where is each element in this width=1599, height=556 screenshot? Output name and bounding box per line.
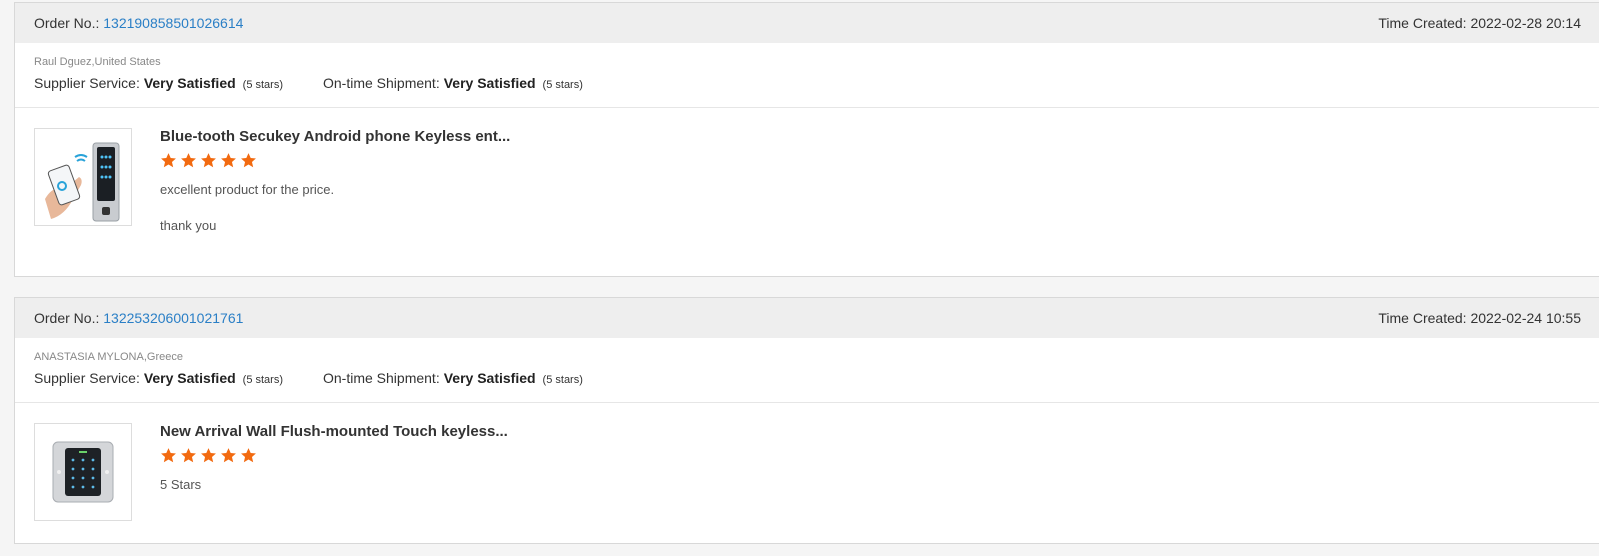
supplier-service-value: Very Satisfied: [143, 75, 236, 91]
review-comment: excellent product for the price.: [160, 182, 335, 197]
supplier-service-label: Supplier Service:: [34, 370, 140, 386]
review-comment: 5 Stars: [160, 477, 202, 492]
supplier-service-rating: Supplier Service: Very Satisfied (5 stars): [34, 75, 283, 91]
star-icon: [221, 153, 236, 168]
keypad-phone-image: [45, 142, 120, 222]
star-icon: [181, 448, 196, 463]
time-created-value: 2022-02-28 20:14: [1470, 15, 1581, 31]
review-card: Order No.: 132253206001021761 Time Creat…: [14, 297, 1599, 544]
star-icon: [241, 448, 256, 463]
service-ratings: Supplier Service: Very Satisfied (5 stars)…: [34, 75, 1580, 91]
order-header: Order No.: 132190858501026614 Time Creat…: [15, 3, 1599, 43]
star-icon: [161, 448, 176, 463]
time-created: Time Created: 2022-02-28 20:14: [1378, 15, 1581, 31]
order-number-link[interactable]: 132253206001021761: [103, 310, 243, 326]
review-card: Order No.: 132190858501026614 Time Creat…: [14, 2, 1599, 277]
flush-keypad-image: [52, 441, 114, 503]
product-section: Blue-tooth Secukey Android phone Keyless…: [15, 108, 1599, 233]
ontime-shipment-stars: (5 stars): [542, 374, 583, 386]
product-info: Blue-tooth Secukey Android phone Keyless…: [160, 128, 510, 234]
order-number-link[interactable]: 132190858501026614: [103, 15, 243, 31]
star-icon: [221, 448, 236, 463]
order-number: Order No.: 132253206001021761: [34, 310, 243, 326]
buyer-name: Raul Dguez,United States: [34, 56, 161, 68]
product-title[interactable]: New Arrival Wall Flush-mounted Touch key…: [160, 423, 508, 445]
product-section: New Arrival Wall Flush-mounted Touch key…: [15, 403, 1599, 521]
product-thumbnail[interactable]: [34, 423, 132, 521]
ontime-shipment-value: Very Satisfied: [443, 75, 536, 91]
time-created-value: 2022-02-24 10:55: [1470, 310, 1581, 326]
ontime-shipment-value: Very Satisfied: [443, 370, 536, 386]
ontime-shipment-label: On-time Shipment:: [323, 75, 440, 91]
order-number: Order No.: 132190858501026614: [34, 15, 243, 31]
ontime-shipment-rating: On-time Shipment: Very Satisfied (5 stars): [323, 370, 583, 386]
star-icon: [201, 153, 216, 168]
supplier-service-stars: (5 stars): [242, 79, 283, 91]
order-header: Order No.: 132253206001021761 Time Creat…: [15, 298, 1599, 338]
service-ratings: Supplier Service: Very Satisfied (5 stars)…: [34, 370, 1580, 386]
supplier-service-label: Supplier Service:: [34, 75, 140, 91]
ontime-shipment-rating: On-time Shipment: Very Satisfied (5 stars): [323, 75, 583, 91]
star-rating: [160, 447, 508, 471]
order-no-label: Order No.:: [34, 15, 100, 31]
buyer-name: ANASTASIA MYLONA,Greece: [34, 351, 183, 363]
star-icon: [201, 448, 216, 463]
supplier-service-rating: Supplier Service: Very Satisfied (5 stars): [34, 370, 283, 386]
supplier-service-value: Very Satisfied: [143, 370, 236, 386]
review-comment: thank you: [160, 218, 217, 233]
ontime-shipment-label: On-time Shipment:: [323, 370, 440, 386]
ontime-shipment-stars: (5 stars): [542, 79, 583, 91]
buyer-section: ANASTASIA MYLONA,Greece Supplier Service…: [15, 338, 1599, 403]
buyer-section: Raul Dguez,United States Supplier Servic…: [15, 43, 1599, 108]
time-created: Time Created: 2022-02-24 10:55: [1378, 310, 1581, 326]
product-title[interactable]: Blue-tooth Secukey Android phone Keyless…: [160, 128, 510, 150]
time-created-label: Time Created:: [1378, 15, 1467, 31]
star-rating: [160, 152, 510, 176]
star-icon: [161, 153, 176, 168]
star-icon: [181, 153, 196, 168]
order-no-label: Order No.:: [34, 310, 100, 326]
star-icon: [241, 153, 256, 168]
product-info: New Arrival Wall Flush-mounted Touch key…: [160, 423, 508, 493]
product-thumbnail[interactable]: [34, 128, 132, 226]
time-created-label: Time Created:: [1378, 310, 1467, 326]
supplier-service-stars: (5 stars): [242, 374, 283, 386]
